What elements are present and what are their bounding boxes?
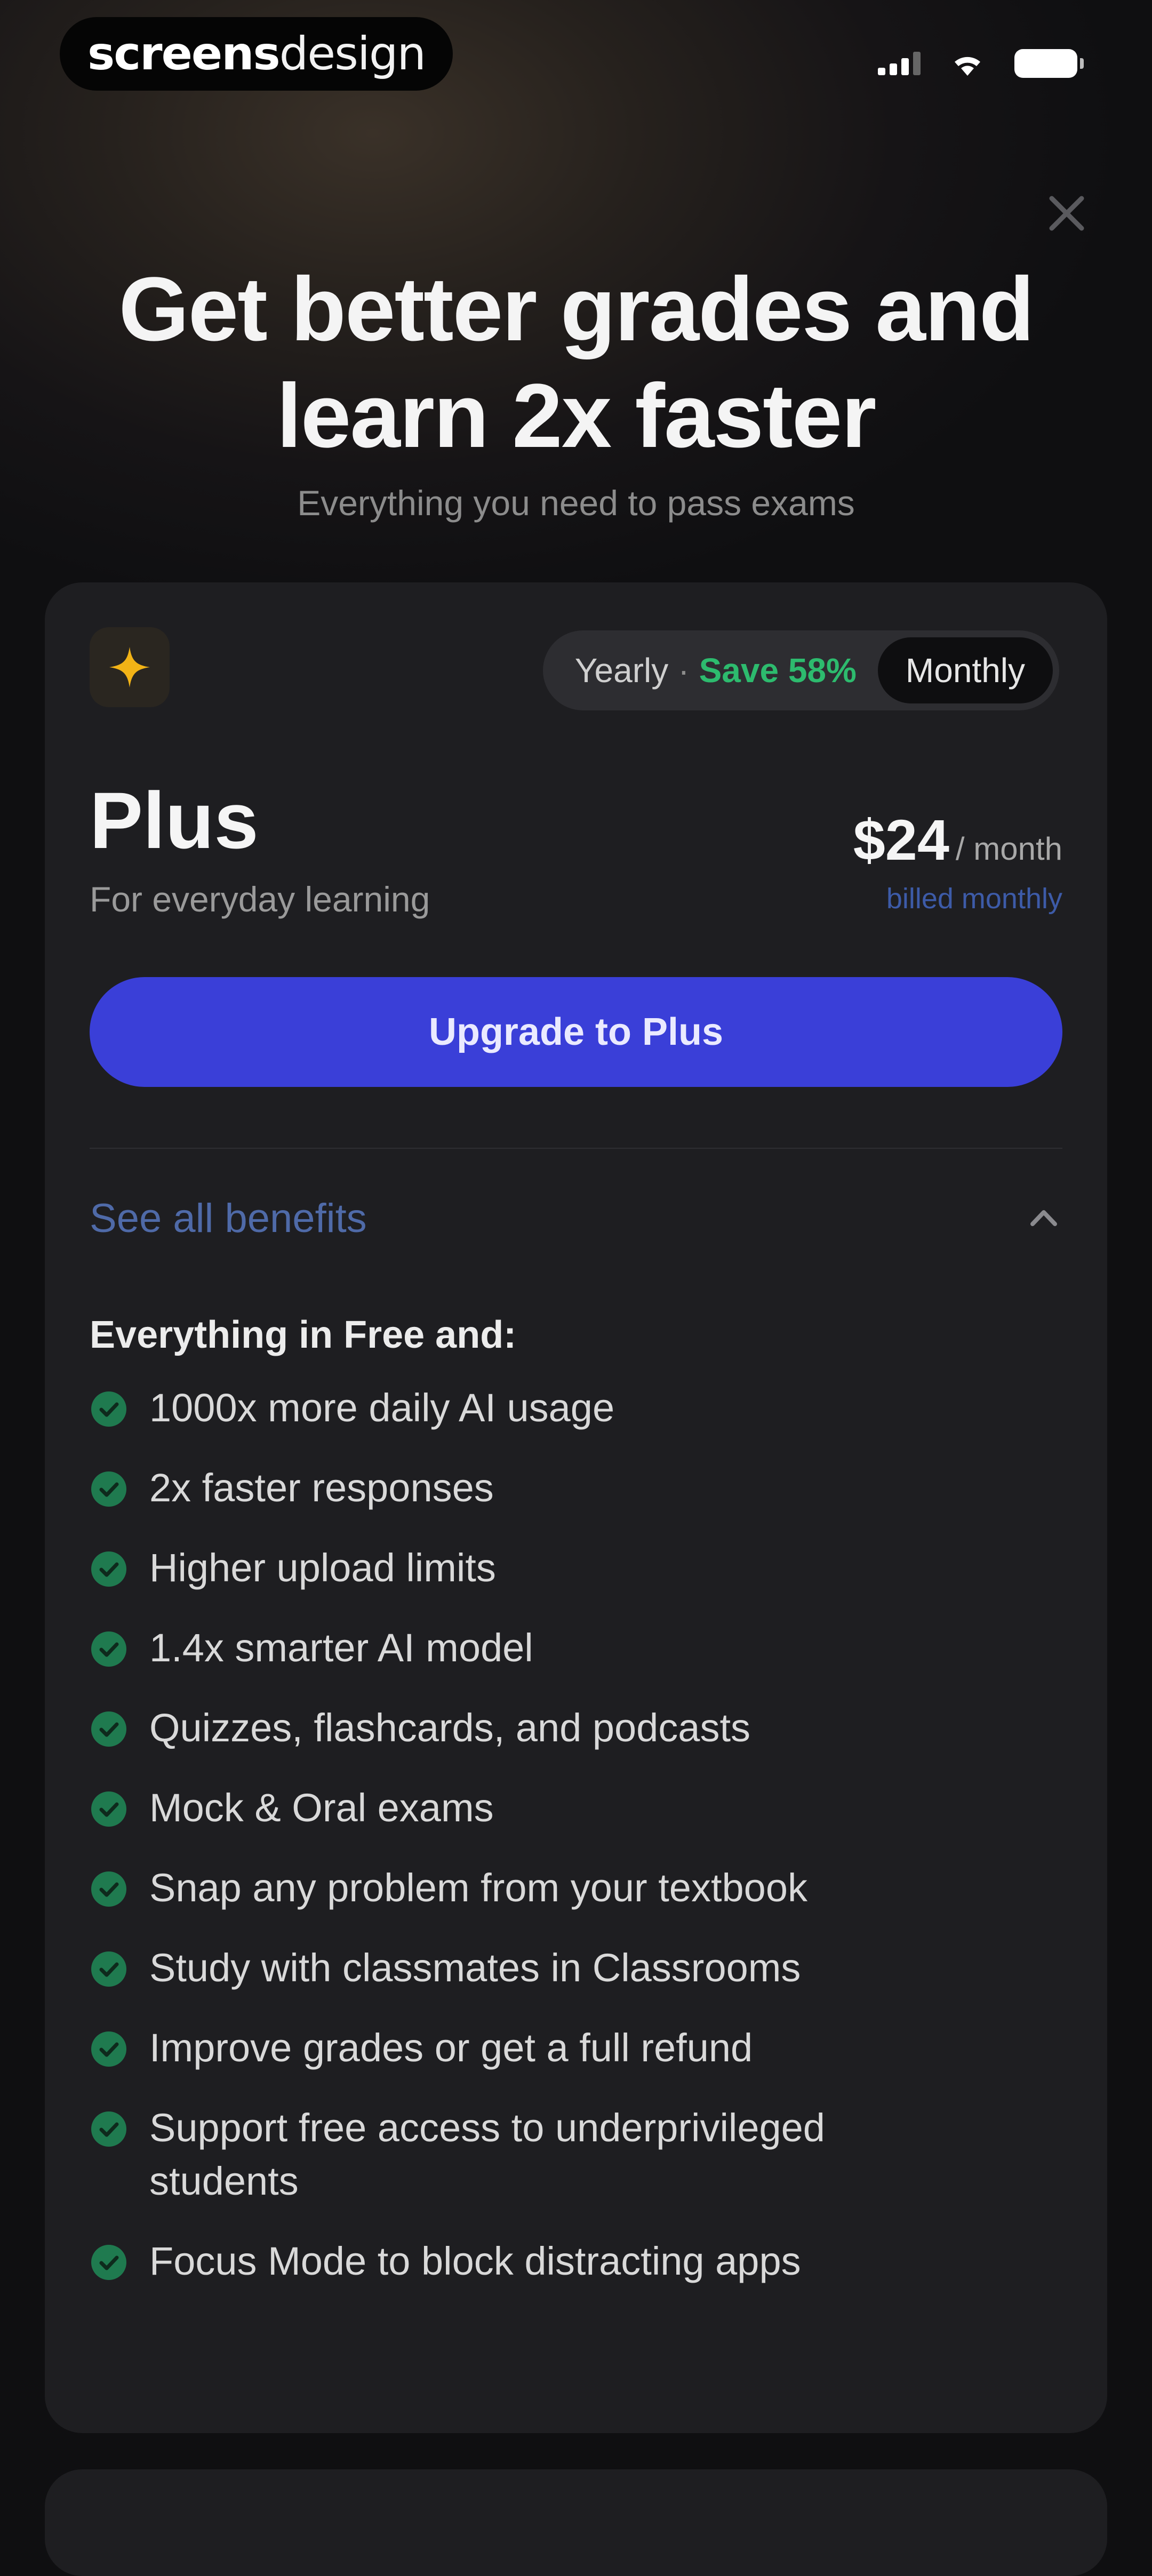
check-circle-icon	[91, 1631, 126, 1667]
benefit-text: Mock & Oral exams	[149, 1786, 494, 1830]
plan-icon-badge	[90, 627, 170, 707]
benefit-text: Snap any problem from your textbook	[149, 1866, 807, 1910]
yearly-label: Yearly	[574, 651, 669, 690]
benefit-text: 2x faster responses	[149, 1466, 494, 1510]
benefits-heading: Everything in Free and:	[90, 1314, 517, 1356]
separator-dot: ·	[678, 651, 690, 690]
hero-subtitle: Everything you need to pass exams	[297, 483, 855, 523]
check-circle-icon	[91, 2111, 126, 2147]
benefit-item: Mock & Oral exams	[90, 1786, 1062, 1835]
plan-description: For everyday learning	[90, 879, 430, 919]
close-icon	[1049, 196, 1084, 231]
check-circle-icon	[91, 1711, 126, 1747]
benefit-item: Higher upload limits	[90, 1546, 1062, 1595]
plan-price: $24 / month	[853, 806, 1062, 873]
check-circle-icon	[91, 2031, 126, 2067]
check-circle-icon	[91, 1871, 126, 1907]
brand-part-2: design	[279, 27, 426, 81]
benefit-text: Higher upload limits	[149, 1546, 496, 1590]
benefit-item: 2x faster responses	[90, 1466, 1062, 1515]
check-circle-icon	[91, 1471, 126, 1507]
divider	[90, 1148, 1062, 1149]
benefit-item: Improve grades or get a full refund	[90, 2026, 1062, 2075]
save-badge: Save 58%	[699, 651, 857, 690]
hero-title-line-1: Get better grades and	[118, 259, 1034, 360]
toggle-yearly-option[interactable]: Yearly · Save 58%	[575, 651, 857, 690]
benefit-text: Improve grades or get a full refund	[149, 2026, 753, 2070]
benefit-text: 1000x more daily AI usage	[149, 1386, 615, 1430]
monthly-label: Monthly	[905, 651, 1025, 690]
benefit-item: Study with classmates in Classrooms	[90, 1946, 1062, 1995]
benefit-text: Support free access to underprivileged s…	[149, 2106, 825, 2203]
benefit-item: 1000x more daily AI usage	[90, 1386, 1062, 1435]
see-all-benefits-label: See all benefits	[90, 1195, 367, 1241]
benefit-text: Study with classmates in Classrooms	[149, 1946, 801, 1990]
benefit-text: Focus Mode to block distracting apps	[149, 2239, 801, 2283]
price-amount: $24	[853, 807, 949, 872]
see-all-benefits-toggle[interactable]: See all benefits	[90, 1191, 1062, 1245]
benefit-item: Quizzes, flashcards, and podcasts	[90, 1706, 1062, 1755]
benefit-text: Quizzes, flashcards, and podcasts	[149, 1706, 751, 1750]
benefit-text: 1.4x smarter AI model	[149, 1626, 533, 1670]
check-circle-icon	[91, 1791, 126, 1827]
benefit-item: Snap any problem from your textbook	[90, 1866, 1062, 1915]
benefit-item: 1.4x smarter AI model	[90, 1626, 1062, 1675]
chevron-up-icon	[1030, 1210, 1057, 1226]
check-circle-icon	[91, 1551, 126, 1587]
check-circle-icon	[91, 1391, 126, 1427]
plan-card: Yearly · Save 58% Monthly Plus For every…	[45, 582, 1107, 2433]
plan-name: Plus	[90, 775, 259, 865]
billing-period-toggle[interactable]: Yearly · Save 58% Monthly	[542, 630, 1059, 710]
price-unit: / month	[955, 831, 1062, 867]
status-icons	[878, 49, 1084, 78]
close-button[interactable]	[1040, 187, 1093, 240]
brand-part-1: screens	[87, 27, 281, 81]
upgrade-button[interactable]: Upgrade to Plus	[90, 977, 1062, 1087]
benefit-item: Focus Mode to block distracting apps	[90, 2239, 1062, 2288]
sparkle-icon	[109, 647, 150, 687]
toggle-monthly-option[interactable]: Monthly	[877, 637, 1053, 703]
wifi-icon	[955, 57, 980, 76]
hero-title-line-2: learn 2x faster	[276, 365, 877, 467]
cellular-signal-icon	[878, 52, 921, 75]
battery-icon	[1014, 49, 1084, 78]
check-circle-icon	[91, 2245, 126, 2280]
brand-badge: screens design	[60, 17, 453, 91]
status-bar: screens design	[0, 0, 1152, 112]
billing-note: billed monthly	[886, 883, 1062, 915]
benefit-item: Support free access to underprivileged s…	[90, 2106, 1062, 2208]
check-circle-icon	[91, 1951, 126, 1987]
hero-title: Get better grades and learn 2x faster	[0, 256, 1152, 469]
next-plan-card	[45, 2469, 1107, 2576]
benefit-list: 1000x more daily AI usage 2x faster resp…	[90, 1386, 1062, 2321]
